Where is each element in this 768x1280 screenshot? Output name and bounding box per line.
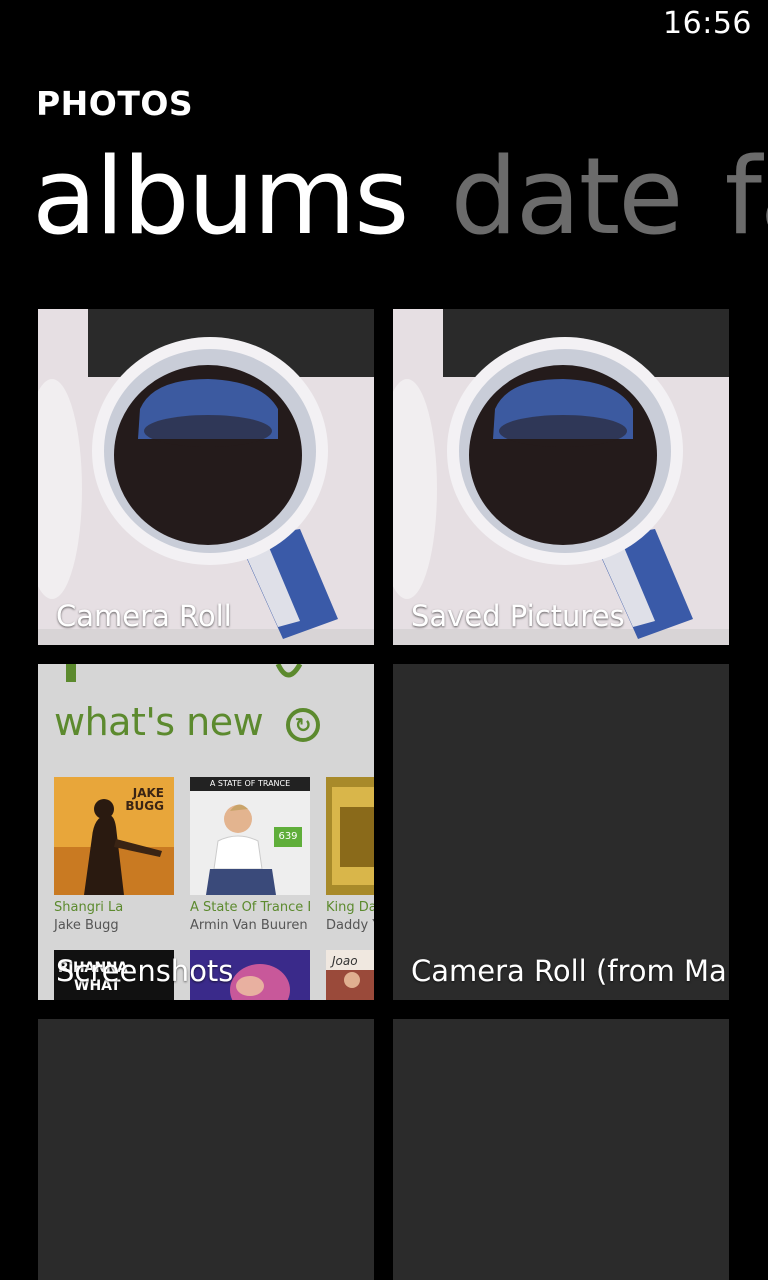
album-label: Camera Roll [56, 599, 232, 633]
album-artist: Daddy Y [326, 918, 374, 933]
screenshot-top-strip [38, 664, 374, 686]
album-label: Screenshots [56, 954, 234, 988]
album-artist: Armin Van Buuren [190, 918, 308, 933]
pivot-item-favorites[interactable]: fa [725, 132, 768, 262]
album-cover-2: A STATE OF TRANCE 639 [190, 777, 310, 895]
sync-icon: ↻ [286, 708, 320, 742]
album-tile-camera-roll-synced[interactable]: Camera Roll (from Ma [393, 664, 729, 1000]
album-tile-camera-roll[interactable]: Camera Roll [38, 309, 374, 645]
store-whats-new-heading: what's new [54, 700, 264, 744]
app-title: PHOTOS [36, 84, 194, 123]
pivot-header: albums date fa [32, 132, 768, 262]
album-title: A State Of Trance Ep [190, 900, 310, 915]
pivot-item-albums[interactable]: albums [32, 132, 409, 262]
album-artist: Jake Bugg [54, 918, 119, 933]
album-tile-empty[interactable] [393, 1019, 729, 1280]
coffee-cup-photo [38, 309, 374, 645]
album-tile-screenshots[interactable]: what's new ↻ JAKE BUGG A STATE OF TRANCE… [38, 664, 374, 1000]
coffee-cup-photo [393, 309, 729, 645]
album-label: Camera Roll (from Ma [411, 954, 727, 988]
album-cover-1: JAKE BUGG [54, 777, 174, 895]
album-cover-6: Joao [326, 950, 374, 1000]
album-label: Saved Pictures [411, 599, 625, 633]
album-tile-empty[interactable] [38, 1019, 374, 1280]
album-cover-3 [326, 777, 374, 895]
pivot-item-date[interactable]: date [450, 132, 683, 262]
album-title: King Da [326, 900, 374, 915]
album-title: Shangri La [54, 900, 124, 915]
status-time: 16:56 [663, 6, 752, 41]
album-tile-saved-pictures[interactable]: Saved Pictures [393, 309, 729, 645]
